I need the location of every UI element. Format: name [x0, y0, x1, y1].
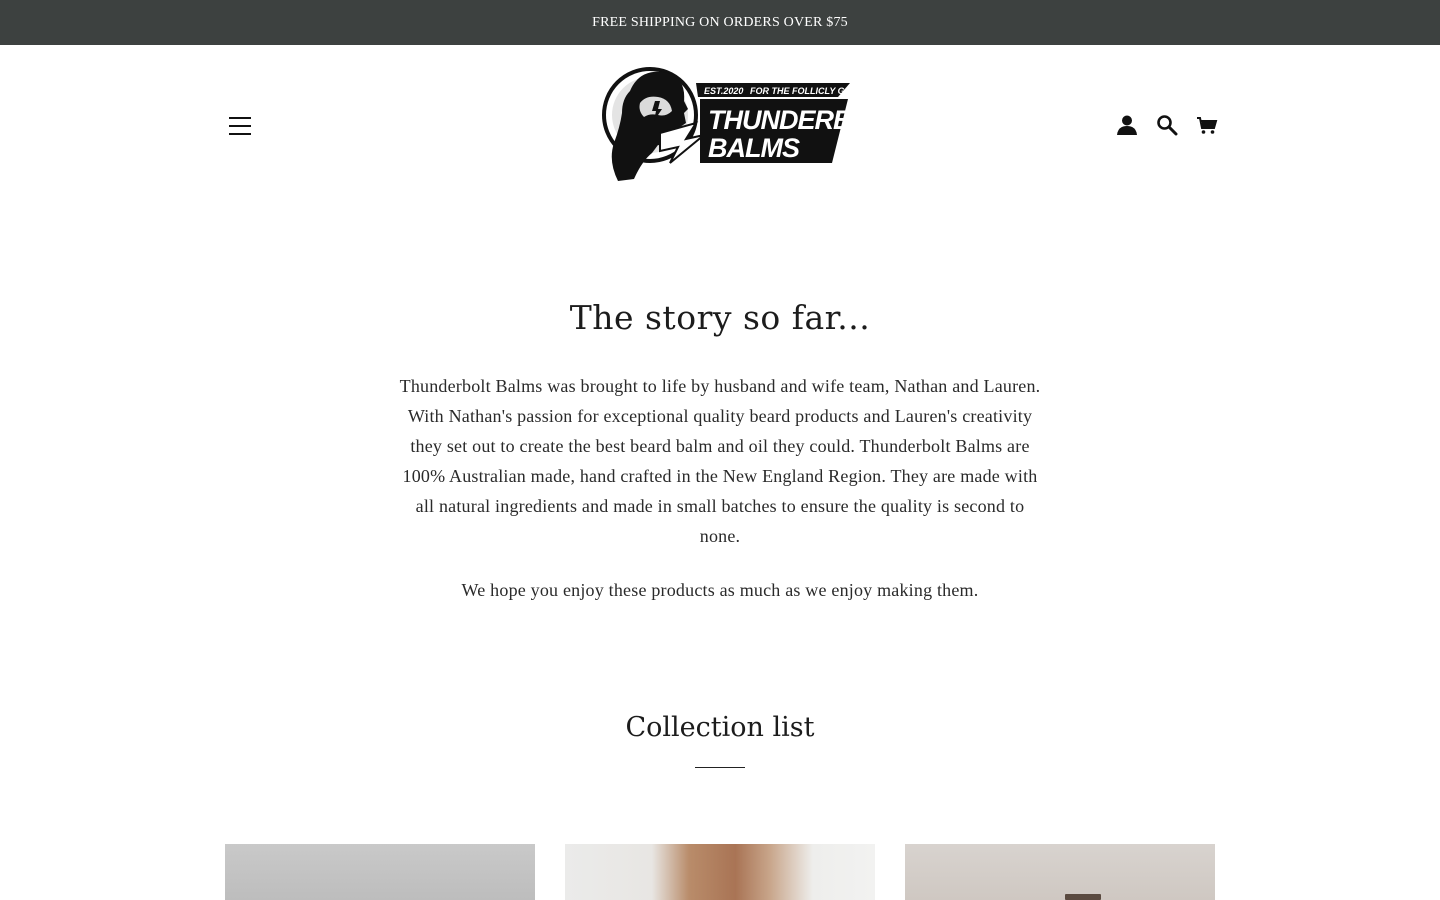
title-divider	[695, 767, 745, 768]
logo-est: EST.2020	[704, 86, 743, 96]
collection-list-title: Collection list	[625, 712, 815, 743]
cart-button[interactable]	[1196, 114, 1218, 136]
collection-grid	[225, 844, 1215, 900]
story-paragraph-1: Thunderbolt Balms was brought to life by…	[399, 376, 1041, 546]
logo-brand-line1: THUNDERBOLT	[708, 105, 850, 135]
collection-card-1[interactable]	[225, 844, 535, 900]
header-icons	[1116, 114, 1218, 136]
logo-tagline: FOR THE FOLLICLY GIFTED.	[750, 86, 850, 96]
product-image-detail	[1065, 894, 1101, 900]
collection-card-2[interactable]	[565, 844, 875, 900]
logo-graphic: EST.2020 FOR THE FOLLICLY GIFTED. THUNDE…	[602, 67, 905, 181]
announcement-text: FREE SHIPPING ON ORDERS OVER $75	[592, 14, 848, 30]
story-title: The story so far...	[569, 298, 871, 337]
site-header: EST.2020 FOR THE FOLLICLY GIFTED. THUNDE…	[0, 45, 1440, 205]
account-icon	[1117, 115, 1137, 135]
hamburger-line	[229, 133, 251, 135]
collection-card-3[interactable]	[905, 844, 1215, 900]
search-icon	[1157, 115, 1178, 136]
search-button[interactable]	[1156, 114, 1178, 136]
cart-icon	[1197, 117, 1218, 134]
story-section: The story so far... Thunderbolt Balms wa…	[0, 298, 1440, 605]
hamburger-menu-icon	[229, 117, 251, 119]
hamburger-line	[229, 125, 251, 127]
collection-list-section: Collection list	[0, 712, 1440, 768]
story-paragraph-2: We hope you enjoy these products as much…	[461, 580, 979, 600]
account-button[interactable]	[1116, 114, 1138, 136]
site-navigation-menu-button[interactable]	[226, 112, 254, 140]
site-logo[interactable]: EST.2020 FOR THE FOLLICLY GIFTED. THUNDE…	[600, 61, 905, 183]
announcement-bar: FREE SHIPPING ON ORDERS OVER $75	[0, 0, 1440, 45]
logo-brand-line2: BALMS	[708, 133, 800, 163]
